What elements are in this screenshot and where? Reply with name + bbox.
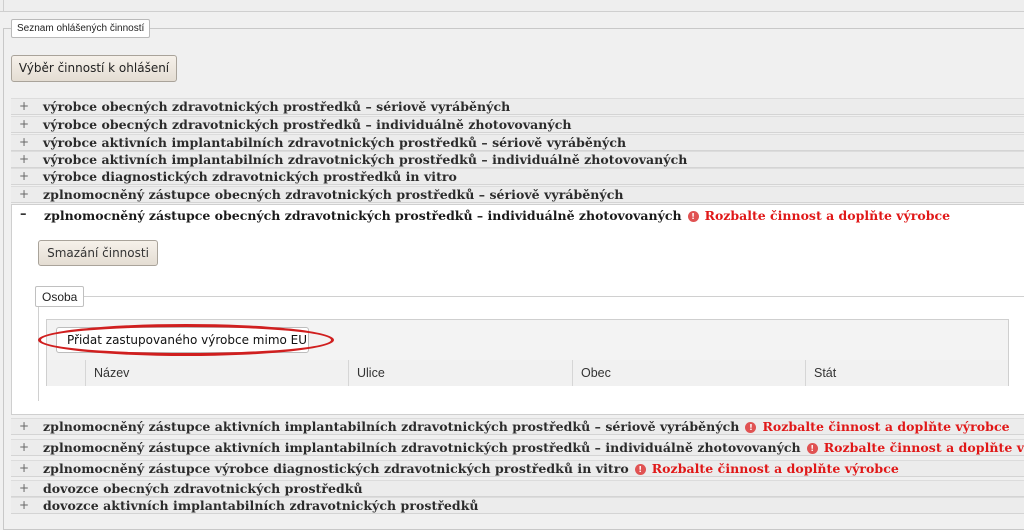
activity-row[interactable]: + výrobce aktivních implantabilních zdra… (11, 134, 1024, 151)
activity-row[interactable]: + zplnomocněný zástupce aktivních implan… (11, 418, 1024, 435)
select-activities-button[interactable]: Výběr činností k ohlášení (11, 55, 177, 82)
activity-title-line: zplnomocněný zástupce výrobce diagnostic… (43, 461, 899, 476)
activity-row[interactable]: + výrobce aktivních implantabilních zdra… (11, 151, 1024, 168)
delete-activity-button[interactable]: Smazání činnosti (38, 240, 158, 266)
activity-row[interactable]: + výrobce diagnostických zdravotnických … (11, 168, 1024, 185)
activity-label: zplnomocněný zástupce aktivních implanta… (43, 440, 801, 455)
activity-title-line: zplnomocněný zástupce aktivních implanta… (43, 419, 1010, 434)
expand-plus-icon[interactable]: + (19, 498, 29, 513)
activity-title-line: zplnomocněný zástupce aktivních implanta… (43, 440, 1024, 455)
activity-label: dovozce obecných zdravotnických prostřed… (43, 481, 363, 496)
activity-label: výrobce aktivních implantabilních zdravo… (43, 152, 688, 167)
exclamation-circle-icon: ! (806, 443, 818, 454)
person-legend: Osoba (35, 286, 85, 307)
column-header-country[interactable]: Stát (805, 360, 1008, 386)
warning-text: Rozbalte činnost a doplňte výrobce (823, 440, 1024, 455)
activity-label: zplnomocněný zástupce aktivních implanta… (43, 419, 740, 434)
warning-text: Rozbalte činnost a doplňte výrobce (651, 461, 899, 476)
expand-plus-icon[interactable]: + (19, 99, 29, 114)
activity-row[interactable]: + zplnomocněný zástupce obecných zdravot… (11, 186, 1024, 203)
activity-row[interactable]: + výrobce obecných zdravotnických prostř… (11, 116, 1024, 133)
activity-row[interactable]: + dovozce obecných zdravotnických prostř… (11, 480, 1024, 497)
expand-plus-icon[interactable]: + (19, 117, 29, 132)
expanded-activity-header[interactable]: – zplnomocněný zástupce obecných zdravot… (12, 205, 1024, 225)
activity-label: zplnomocněný zástupce obecných zdravotni… (44, 208, 682, 223)
activity-label: výrobce obecných zdravotnických prostřed… (43, 99, 511, 114)
warning-text: Rozbalte činnost a doplňte výrobce (762, 419, 1010, 434)
expand-plus-icon[interactable]: + (19, 135, 29, 150)
activity-row[interactable]: + zplnomocněný zástupce výrobce diagnost… (11, 460, 1024, 477)
exclamation-circle-icon: ! (687, 211, 699, 222)
activity-row[interactable]: + výrobce obecných zdravotnických prostř… (11, 98, 1024, 115)
warning-text: Rozbalte činnost a doplňte výrobce (704, 208, 951, 223)
activity-label: dovozce aktivních implantabilních zdravo… (43, 498, 479, 513)
activity-label: zplnomocněný zástupce obecných zdravotni… (43, 187, 624, 202)
exclamation-circle-icon: ! (745, 422, 757, 433)
activity-label: výrobce aktivních implantabilních zdravo… (43, 135, 627, 150)
fieldset-legend: Seznam ohlášených činností (11, 19, 151, 38)
expand-plus-icon[interactable]: + (19, 187, 29, 202)
expand-plus-icon[interactable]: + (19, 461, 29, 476)
expand-plus-icon[interactable]: + (19, 169, 29, 184)
column-header-city[interactable]: Obec (572, 360, 805, 386)
activity-label: zplnomocněný zástupce výrobce diagnostic… (43, 461, 629, 476)
expand-plus-icon[interactable]: + (19, 152, 29, 167)
activity-label: výrobce obecných zdravotnických prostřed… (43, 117, 572, 132)
highlight-ellipse (38, 324, 334, 356)
expand-plus-icon[interactable]: + (19, 481, 29, 496)
expand-plus-icon[interactable]: + (19, 440, 29, 455)
activity-row[interactable]: + dovozce aktivních implantabilních zdra… (11, 497, 1024, 514)
expanded-activity-title-line: zplnomocněný zástupce obecných zdravotni… (44, 208, 950, 223)
activity-row[interactable]: + zplnomocněný zástupce aktivních implan… (11, 439, 1024, 456)
column-header-select[interactable] (47, 360, 85, 386)
exclamation-circle-icon: ! (634, 464, 646, 475)
activity-label: výrobce diagnostických zdravotnických pr… (43, 169, 457, 184)
top-panel-edge (0, 0, 1024, 12)
column-header-name[interactable]: Název (85, 360, 348, 386)
column-header-street[interactable]: Ulice (348, 360, 572, 386)
expand-plus-icon[interactable]: + (19, 419, 29, 434)
collapse-minus-icon[interactable]: – (20, 207, 27, 222)
